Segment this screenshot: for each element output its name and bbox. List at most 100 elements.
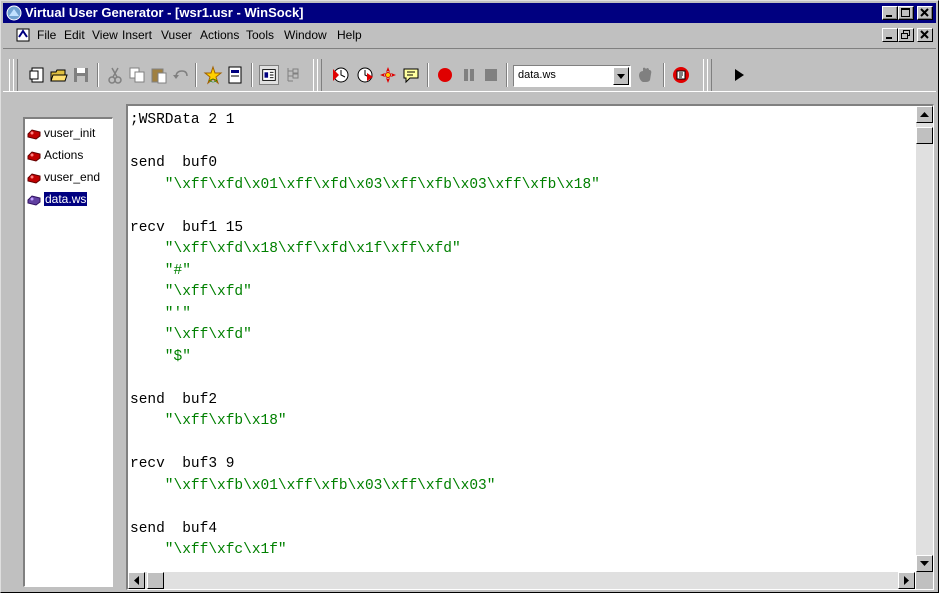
chevron-down-icon	[617, 74, 625, 79]
new-script-icon[interactable]	[27, 65, 47, 85]
toolbar-separator	[195, 63, 197, 87]
code-string: "\xff\xfd\x18\xff\xfd\x1f\xff\xfd"	[130, 241, 461, 257]
menu-help[interactable]: Help	[337, 28, 362, 42]
svg-text:<>: <>	[209, 78, 217, 85]
action-icon	[27, 151, 41, 162]
code-string: "\xff\xfb\x01\xff\xfb\x03\xff\xfd\x03"	[130, 477, 496, 494]
application-window: Virtual User Generator - [wsr1.usr - Win…	[0, 0, 939, 593]
menu-tools[interactable]: Tools	[246, 28, 274, 42]
toolbar-grip[interactable]	[13, 59, 18, 91]
close-button[interactable]	[917, 6, 933, 20]
data-file-combo-value: data.ws	[518, 69, 556, 81]
action-icon	[27, 129, 41, 140]
menu-window[interactable]: Window	[284, 28, 327, 42]
minimize-icon	[886, 15, 892, 17]
toolbar-grip[interactable]	[317, 59, 322, 91]
menu-actions[interactable]: Actions	[200, 28, 239, 42]
mdi-restore-button[interactable]	[898, 28, 914, 42]
title-bar[interactable]: Virtual User Generator - [wsr1.usr - Win…	[3, 3, 936, 23]
code-line: "\xff\xfb\x18"	[130, 411, 600, 433]
script-view-icon[interactable]	[259, 65, 279, 85]
toolbar-separator	[251, 63, 253, 87]
code-string: "\xff\xfd"	[130, 284, 252, 300]
compile-icon[interactable]: <>	[203, 65, 223, 85]
code-line: "\xff\xfd"	[130, 282, 600, 304]
code-line: "\xff\xfd\x01\xff\xfd\x03\xff\xfb\x03\xf…	[130, 175, 600, 197]
run-step-icon[interactable]	[355, 65, 375, 85]
code-statement: send buf0	[130, 155, 218, 171]
record-icon[interactable]	[435, 65, 455, 85]
code-statement: ;WSRData 2 1	[130, 112, 235, 128]
stop-icon[interactable]	[481, 65, 501, 85]
minimize-button[interactable]	[882, 6, 898, 20]
comment-icon[interactable]	[401, 65, 421, 85]
copy-icon[interactable]	[127, 65, 147, 85]
code-line: "\xff\xfb\x01\xff\xfb\x03\xff\xfd\x03"	[130, 476, 600, 498]
code-string: "\xff\xfd\x01\xff\xfd\x03\xff\xfb\x03\xf…	[130, 176, 600, 193]
tree-item-vuser-end[interactable]: vuser_end	[27, 169, 111, 185]
code-line: recv buf3 9	[130, 454, 600, 476]
editor-code: ;WSRData 2 1 send buf0 "\xff\xfd\x01\xff…	[130, 110, 600, 562]
code-string: "#"	[130, 262, 191, 279]
code-string: "\xff\xfc\x1f"	[130, 542, 287, 558]
toolbar-separator	[97, 63, 99, 87]
code-statement: send buf2	[130, 391, 218, 408]
tree-item-actions[interactable]: Actions	[27, 147, 111, 163]
start-recording-icon[interactable]	[331, 65, 351, 85]
script-editor[interactable]: ;WSRData 2 1 send buf0 "\xff\xfd\x01\xff…	[126, 104, 934, 590]
scroll-right-button[interactable]	[898, 572, 915, 589]
breakpoint-icon[interactable]	[378, 65, 398, 85]
restore-icon	[901, 30, 910, 39]
combo-dropdown-button[interactable]	[613, 67, 629, 85]
save-icon[interactable]	[71, 65, 91, 85]
menu-view[interactable]: View	[92, 28, 118, 42]
menu-bar: File Edit View Insert Vuser Actions Tool…	[3, 25, 936, 45]
menu-file[interactable]: File	[37, 28, 56, 42]
close-icon	[920, 30, 929, 39]
undo-icon[interactable]	[171, 65, 191, 85]
open-icon[interactable]	[49, 65, 69, 85]
data-file-combo[interactable]: data.ws	[513, 65, 631, 87]
vertical-scroll-thumb[interactable]	[916, 127, 933, 144]
maximize-button[interactable]	[898, 6, 914, 20]
code-statement: send buf4	[130, 520, 218, 537]
code-string: "\xff\xfd"	[130, 327, 252, 343]
code-line: "\xff\xfd"	[130, 325, 600, 347]
toolbar-grip[interactable]	[707, 59, 712, 91]
scrollbar-corner	[916, 572, 933, 589]
paste-icon[interactable]	[149, 65, 169, 85]
scroll-up-arrow-icon	[920, 111, 929, 117]
vertical-scrollbar[interactable]	[916, 106, 933, 572]
horizontal-scroll-thumb[interactable]	[147, 572, 164, 589]
mdi-close-button[interactable]	[917, 28, 933, 42]
horizontal-scrollbar[interactable]	[128, 572, 915, 589]
scroll-down-button[interactable]	[916, 555, 933, 572]
toolbar-separator	[663, 63, 665, 87]
tree-item-data-ws[interactable]: data.ws	[27, 191, 111, 207]
code-string: "'"	[130, 305, 191, 322]
mdi-minimize-button[interactable]	[882, 28, 898, 42]
tree-item-vuser-init[interactable]: vuser_init	[27, 125, 111, 141]
code-line: "#"	[130, 261, 600, 283]
code-line: send buf4	[130, 519, 600, 541]
document-icon[interactable]	[15, 27, 31, 43]
pause-icon[interactable]	[459, 65, 479, 85]
hand-icon[interactable]	[635, 65, 655, 85]
vugen-app-icon[interactable]	[6, 5, 22, 21]
minimize-icon	[886, 37, 892, 39]
data-file-icon	[27, 195, 41, 206]
scroll-up-button[interactable]	[916, 106, 933, 123]
cut-icon[interactable]	[105, 65, 125, 85]
tree-view-icon[interactable]	[283, 65, 303, 85]
scroll-left-button[interactable]	[128, 572, 145, 589]
code-statement: recv buf1 15	[130, 219, 244, 236]
menu-edit[interactable]: Edit	[64, 28, 85, 42]
parameter-icon[interactable]	[225, 65, 245, 85]
menu-insert[interactable]: Insert	[122, 28, 152, 42]
toolbar-overflow-icon[interactable]	[729, 65, 749, 85]
menu-vuser[interactable]: Vuser	[161, 28, 192, 42]
run-vuser-icon[interactable]	[671, 65, 691, 85]
